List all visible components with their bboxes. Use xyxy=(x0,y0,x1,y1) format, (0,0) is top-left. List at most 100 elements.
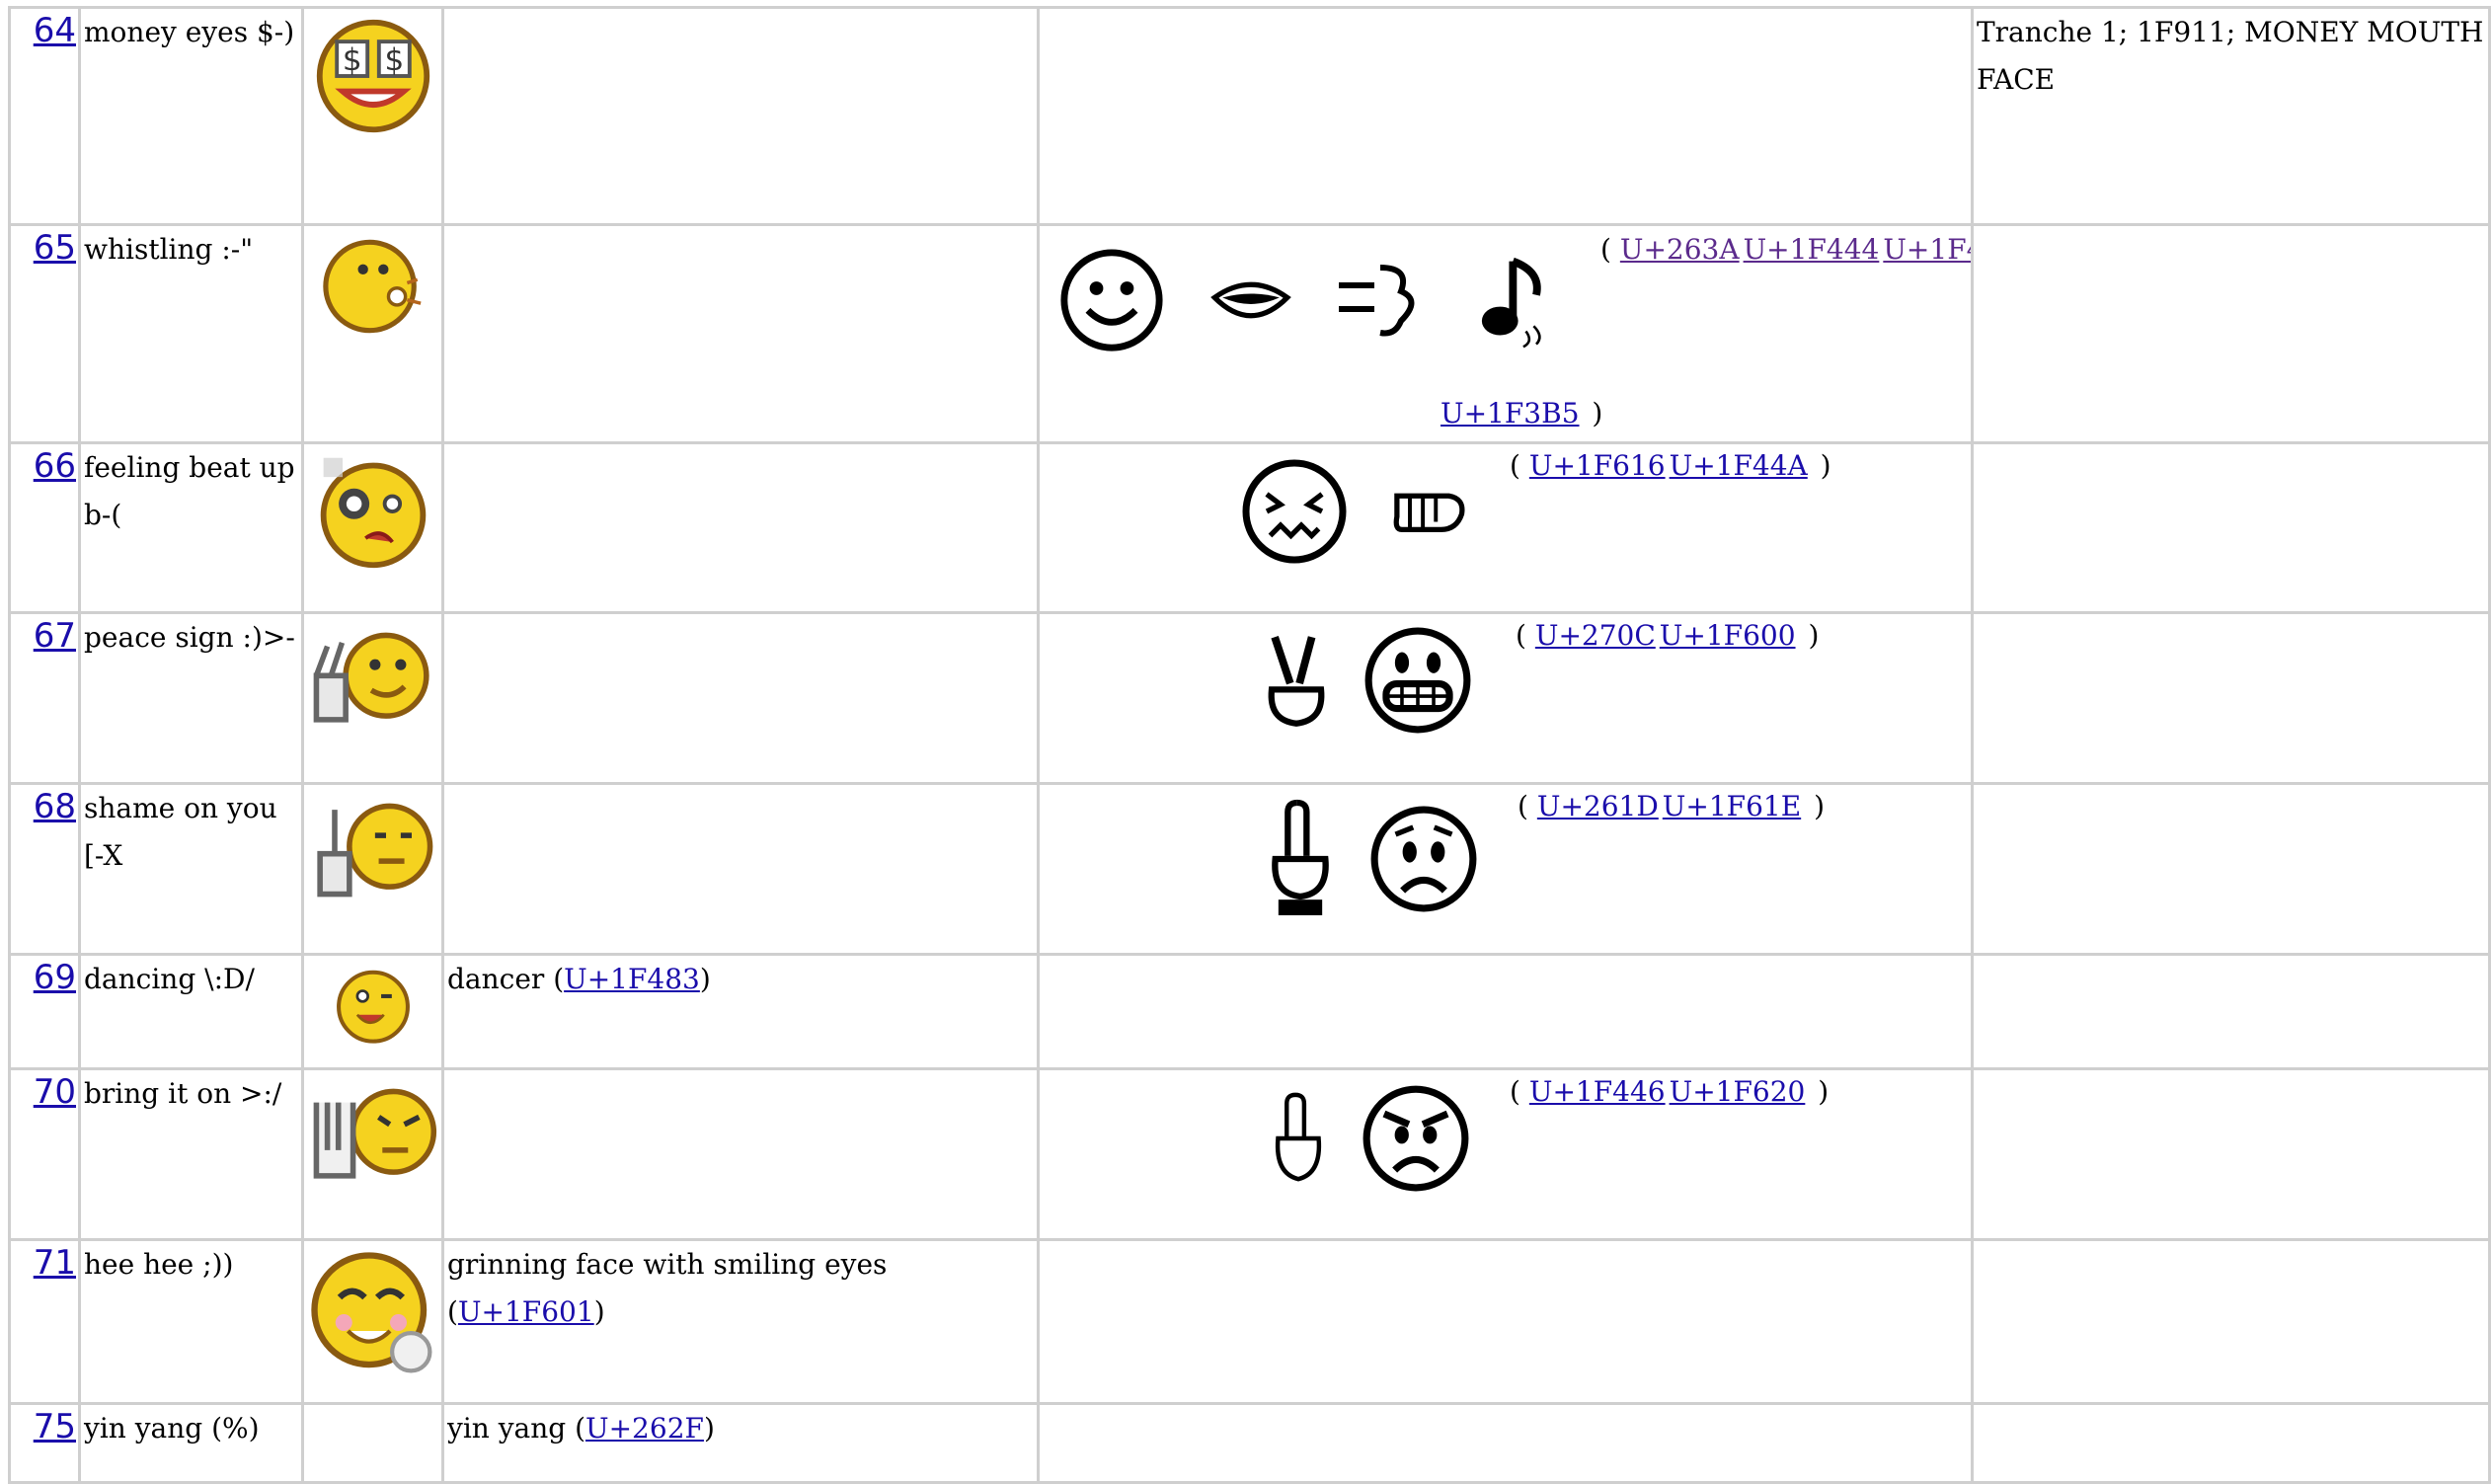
note-cell xyxy=(1971,953,2491,1070)
emoticon-name: dancing \:D/ xyxy=(78,953,304,1070)
row-number-cell: 67 xyxy=(8,611,81,785)
codepoint-link[interactable]: U+1F600 xyxy=(1660,619,1796,652)
description-cell xyxy=(441,6,1040,226)
codepoint-link[interactable]: U+1F4A8 xyxy=(1883,233,1969,266)
row-number-cell: 68 xyxy=(8,782,81,956)
close-paren: ) xyxy=(1818,1075,1830,1108)
sequence-glyphs xyxy=(1269,1082,1472,1195)
sequence-cell xyxy=(1037,1238,1974,1405)
emoticon-image-cell xyxy=(301,611,444,785)
grinning-face-icon xyxy=(1364,627,1471,734)
description-text: dancer ( xyxy=(447,963,565,995)
table-row: 67 peace sign :)>- (U+270C U+1F600) xyxy=(8,611,2491,785)
row-number-cell: 69 xyxy=(8,953,81,1070)
sequence-cell xyxy=(1037,1402,1974,1484)
description-text: yin yang ( xyxy=(447,1412,585,1445)
note-cell xyxy=(1971,1238,2491,1405)
table-row: 69 dancing \:D/ dancer (U+1F483) xyxy=(8,953,2491,1070)
open-paren: ( xyxy=(1518,790,1528,822)
description-cell xyxy=(441,1067,1040,1241)
sequence-cell: ( U+1F616 U+1F44A ) xyxy=(1037,441,1974,614)
row-number-cell: 70 xyxy=(8,1067,81,1241)
note-cell xyxy=(1971,1067,2491,1241)
emoticon-image-cell xyxy=(301,223,444,444)
table-row: 65 whistling :-" (U+263A U+1F444 U+1F U… xyxy=(8,223,2491,444)
sequence-glyphs xyxy=(1263,795,1480,923)
emoticon-image-cell xyxy=(301,1238,444,1405)
codepoint-link[interactable]: U+1F444 xyxy=(1744,233,1880,266)
table-row: 75 yin yang (%) yin yang (U+262F) xyxy=(8,1402,2491,1484)
row-number-link[interactable]: 70 xyxy=(34,1072,76,1112)
codepoint-refs: ( U+270C U+1F600 ) xyxy=(1516,616,1819,656)
emoticon-name: bring it on >:/ xyxy=(78,1067,304,1241)
codepoint-link[interactable]: U+1F483 xyxy=(564,963,700,995)
musical-note-icon xyxy=(1481,257,1541,349)
row-number-cell: 75 xyxy=(8,1402,81,1484)
row-number-cell: 65 xyxy=(8,223,81,444)
confounded-face-icon xyxy=(1242,459,1347,564)
row-number-link[interactable]: 75 xyxy=(34,1407,76,1446)
close-paren: ) xyxy=(1814,790,1826,822)
sequence-cell xyxy=(1037,6,1974,226)
row-number-link[interactable]: 71 xyxy=(34,1243,76,1283)
codepoint-link[interactable]: U+1F616 xyxy=(1529,449,1666,482)
close-paren: ) xyxy=(703,1412,715,1445)
row-number-cell: 64 xyxy=(8,6,81,226)
note-cell xyxy=(1971,441,2491,614)
victory-hand-icon xyxy=(1268,636,1325,727)
open-paren: ( xyxy=(1510,449,1520,482)
row-number-cell: 71 xyxy=(8,1238,81,1405)
codepoint-refs: ( U+1F446 U+1F620 ) xyxy=(1510,1072,1829,1112)
codepoint-refs-line2: U+1F3B5 ) xyxy=(1441,394,1602,433)
codepoint-link[interactable]: U+263A xyxy=(1620,233,1740,266)
open-paren: ( xyxy=(1510,1075,1520,1108)
codepoint-refs: ( U+261D U+1F61E ) xyxy=(1518,787,1825,826)
description-cell xyxy=(441,223,1040,444)
codepoint-link[interactable]: U+1F3B5 xyxy=(1441,397,1580,430)
description-cell: grinning face with smiling eyes (U+1F601… xyxy=(441,1238,1040,1405)
note-cell: Tranche 1; 1F911; MONEY MOUTH FACE xyxy=(1971,6,2491,226)
description-cell: dancer (U+1F483) xyxy=(441,953,1040,1070)
codepoint-link[interactable]: U+1F61E xyxy=(1663,790,1801,822)
row-number-link[interactable]: 66 xyxy=(34,446,76,486)
description-cell xyxy=(441,611,1040,785)
row-number-link[interactable]: 65 xyxy=(34,228,76,268)
sequence-glyphs xyxy=(1239,456,1472,567)
codepoint-link[interactable]: U+1F601 xyxy=(458,1295,594,1328)
close-paren: ) xyxy=(699,963,711,995)
svg-text:$: $ xyxy=(384,42,404,78)
peace-sign-icon xyxy=(313,632,429,723)
sequence-glyphs xyxy=(1057,246,1557,354)
sequence-cell: ( U+263AU+1F444U+1F4A8 U+1F3B5 ) xyxy=(1037,223,1974,444)
index-pointing-up-icon xyxy=(1272,799,1329,915)
close-paren: ) xyxy=(1820,449,1831,482)
emoticon-name: shame on you [-X xyxy=(78,782,304,956)
table-row: 66 feeling beat up b-((U+1F616 U+1F44A… xyxy=(8,441,2491,614)
backhand-index-pointing-up-icon xyxy=(1275,1092,1322,1182)
table-row: 71 hee hee ;)) grinning face with smilin… xyxy=(8,1238,2491,1405)
dash-symbol-icon xyxy=(1339,265,1415,337)
close-paren: ) xyxy=(1808,619,1820,652)
codepoint-link[interactable]: U+270C xyxy=(1535,619,1656,652)
codepoint-link[interactable]: U+1F620 xyxy=(1670,1075,1806,1108)
codepoint-link[interactable]: U+1F446 xyxy=(1529,1075,1666,1108)
emoticon-name: money eyes $-) xyxy=(78,6,304,226)
svg-text:$: $ xyxy=(342,42,361,78)
emoticon-image-cell xyxy=(301,1402,444,1484)
codepoint-link[interactable]: U+1F44A xyxy=(1670,449,1808,482)
sequence-cell xyxy=(1037,953,1974,1070)
row-number-link[interactable]: 67 xyxy=(34,616,76,656)
note-cell xyxy=(1971,782,2491,956)
codepoint-link[interactable]: U+262F xyxy=(585,1412,704,1445)
emoticon-name: whistling :-" xyxy=(78,223,304,444)
codepoint-link[interactable]: U+261D xyxy=(1537,790,1659,822)
row-number-link[interactable]: 64 xyxy=(34,11,76,50)
emoticon-image-cell xyxy=(301,782,444,956)
beat-up-icon xyxy=(320,457,426,569)
angry-face-icon xyxy=(1363,1085,1469,1192)
close-paren: ) xyxy=(593,1295,605,1328)
row-number-link[interactable]: 68 xyxy=(34,787,76,826)
emoticon-image-cell xyxy=(301,1067,444,1241)
row-number-link[interactable]: 69 xyxy=(34,958,76,997)
whistling-icon xyxy=(322,239,422,334)
